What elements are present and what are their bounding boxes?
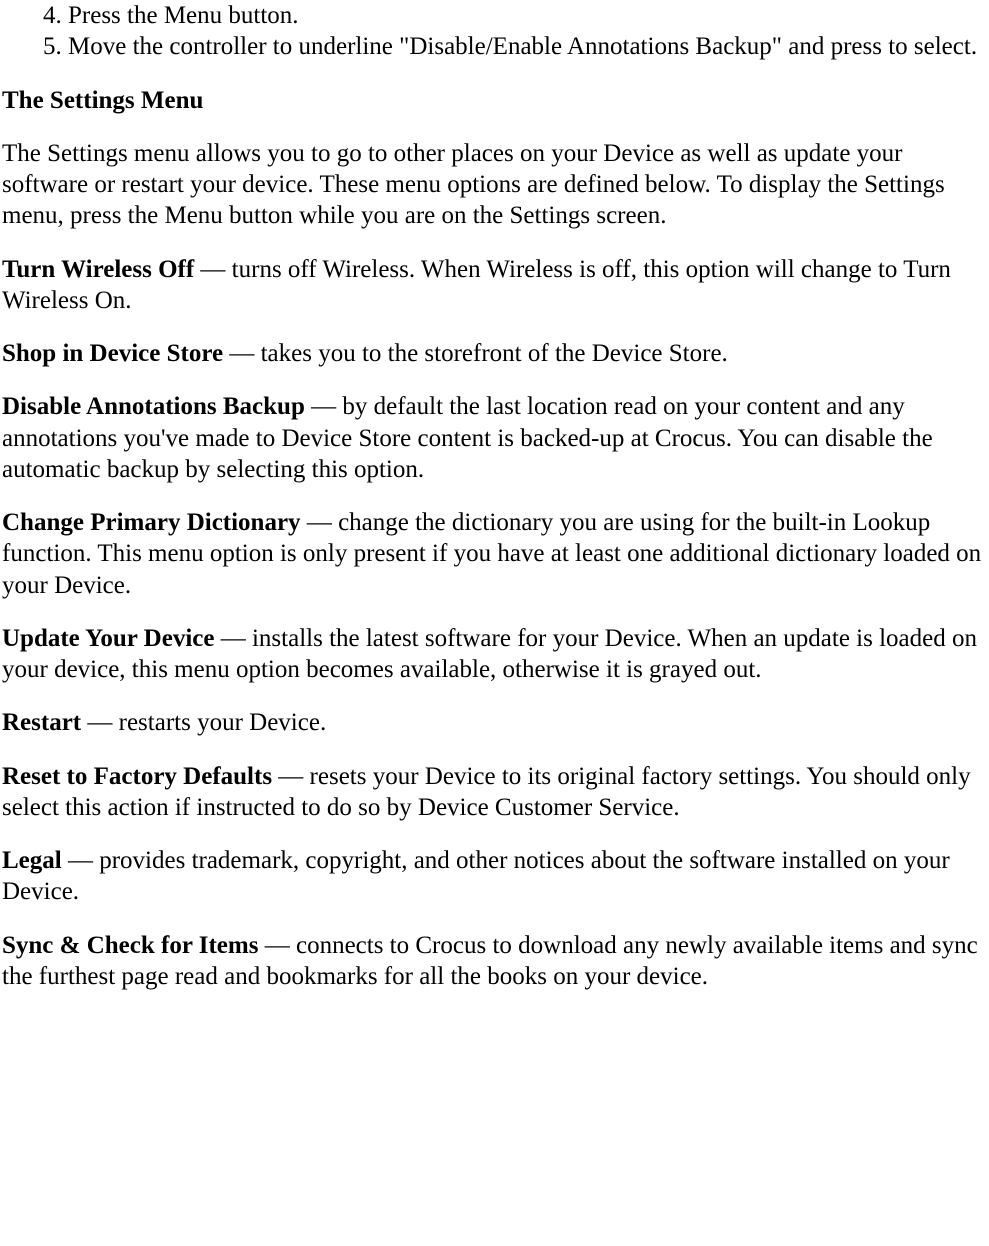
section-heading: The Settings Menu — [0, 85, 989, 116]
definition-description: provides trademark, copyright, and other… — [2, 847, 950, 905]
definition-entry: Shop in Device Store — takes you to the … — [0, 338, 989, 369]
definition-separator: — — [305, 393, 343, 420]
definition-separator: — — [214, 625, 252, 652]
definition-separator: — — [194, 256, 232, 283]
definition-term: Legal — [2, 847, 62, 874]
definition-entry: Turn Wireless Off — turns off Wireless. … — [0, 254, 989, 317]
definition-entry: Reset to Factory Defaults — resets your … — [0, 761, 989, 824]
definition-term: Disable Annotations Backup — [2, 393, 305, 420]
definition-term: Reset to Factory Defaults — [2, 763, 272, 790]
definition-term: Shop in Device Store — [2, 340, 223, 367]
definition-entry: Disable Annotations Backup — by default … — [0, 391, 989, 485]
definition-description: restarts your Device. — [119, 709, 327, 736]
list-item: Move the controller to underline "Disabl… — [68, 31, 989, 62]
definition-description: takes you to the storefront of the Devic… — [261, 340, 728, 367]
definition-separator: — — [258, 932, 296, 959]
definition-entry: Update Your Device — installs the latest… — [0, 623, 989, 686]
definition-entry: Restart — restarts your Device. — [0, 707, 989, 738]
list-item: Press the Menu button. — [68, 0, 989, 31]
definition-separator: — — [81, 709, 119, 736]
intro-paragraph: The Settings menu allows you to go to ot… — [0, 138, 989, 232]
definition-entry: Change Primary Dictionary — change the d… — [0, 507, 989, 601]
definition-separator: — — [223, 340, 261, 367]
definition-term: Sync & Check for Items — [2, 932, 258, 959]
definition-separator: — — [301, 509, 339, 536]
definition-entry: Legal — provides trademark, copyright, a… — [0, 845, 989, 908]
definition-term: Turn Wireless Off — [2, 256, 194, 283]
definition-separator: — — [272, 763, 310, 790]
definition-term: Update Your Device — [2, 625, 214, 652]
instruction-list: Press the Menu button. Move the controll… — [0, 0, 989, 63]
definition-entry: Sync & Check for Items — connects to Cro… — [0, 930, 989, 993]
definition-term: Restart — [2, 709, 81, 736]
definition-term: Change Primary Dictionary — [2, 509, 301, 536]
definition-separator: — — [62, 847, 100, 874]
